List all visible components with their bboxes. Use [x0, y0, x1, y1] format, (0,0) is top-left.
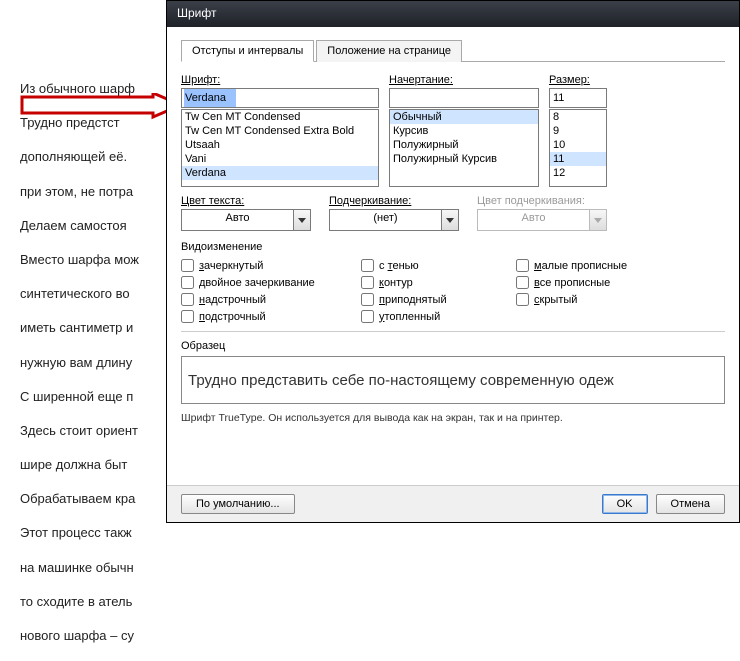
font-label: Шрифт: [181, 74, 379, 86]
effect-strike[interactable]: зачеркнутый [181, 259, 361, 272]
list-item[interactable]: 11 [550, 152, 606, 166]
font-info: Шрифт TrueType. Он используется для выво… [181, 412, 725, 424]
underline-label: Подчеркивание: [329, 195, 459, 207]
dropdown-icon [589, 209, 607, 231]
default-button[interactable]: По умолчанию... [181, 494, 295, 514]
size-input[interactable] [549, 88, 607, 108]
underline-color-label: Цвет подчеркивания: [477, 195, 607, 207]
dropdown-icon[interactable] [441, 209, 459, 231]
sample-label: Образец [181, 340, 725, 352]
effect-shadow[interactable]: с тенью [361, 259, 516, 272]
style-listbox[interactable]: ОбычныйКурсивПолужирныйПолужирный Курсив [389, 109, 539, 187]
effect-outline[interactable]: контур [361, 276, 516, 289]
tab-indents[interactable]: Отступы и интервалы [181, 40, 314, 62]
underline-combo[interactable]: (нет) [329, 209, 459, 231]
background-document: Из обычного шарфТрудно предстстдополняющ… [20, 80, 180, 661]
effect-allcaps[interactable]: все прописные [516, 276, 666, 289]
list-item[interactable]: Полужирный [390, 138, 538, 152]
list-item[interactable]: Tw Cen MT Condensed [182, 110, 378, 124]
dialog-footer: По умолчанию... OK Отмена [167, 485, 739, 522]
tab-strip: Отступы и интервалы Положение на страниц… [181, 39, 725, 62]
effect-engrave[interactable]: утопленный [361, 310, 516, 323]
underline-color-combo: Авто [477, 209, 607, 231]
effect-sub[interactable]: подстрочный [181, 310, 361, 323]
list-item[interactable]: Курсив [390, 124, 538, 138]
list-item[interactable]: Обычный [390, 110, 538, 124]
font-listbox[interactable]: Tw Cen MT CondensedTw Cen MT Condensed E… [181, 109, 379, 187]
font-input[interactable] [181, 88, 379, 108]
ok-button[interactable]: OK [602, 494, 648, 514]
effect-emboss[interactable]: приподнятый [361, 293, 516, 306]
effect-hidden[interactable]: скрытый [516, 293, 666, 306]
effect-super[interactable]: надстрочный [181, 293, 361, 306]
tab-position[interactable]: Положение на странице [316, 40, 462, 62]
list-item[interactable]: Vani [182, 152, 378, 166]
cancel-button[interactable]: Отмена [656, 494, 725, 514]
effect-smallcaps[interactable]: малые прописные [516, 259, 666, 272]
sample-preview: Трудно представить себе по-настоящему со… [181, 356, 725, 404]
style-label: Начертание: [389, 74, 539, 86]
color-label: Цвет текста: [181, 195, 311, 207]
size-listbox[interactable]: 89101112 [549, 109, 607, 187]
list-item[interactable]: Tw Cen MT Condensed Extra Bold [182, 124, 378, 138]
list-item[interactable]: 9 [550, 124, 606, 138]
list-item[interactable]: Verdana [182, 166, 378, 180]
list-item[interactable]: 10 [550, 138, 606, 152]
dropdown-icon[interactable] [293, 209, 311, 231]
font-dialog: Шрифт Отступы и интервалы Положение на с… [166, 0, 740, 523]
list-item[interactable]: Полужирный Курсив [390, 152, 538, 166]
dialog-title: Шрифт [177, 6, 216, 20]
style-input[interactable] [389, 88, 539, 108]
size-label: Размер: [549, 74, 607, 86]
dialog-titlebar: Шрифт [167, 1, 739, 27]
effect-dstrike[interactable]: двойное зачеркивание [181, 276, 361, 289]
effects-title: Видоизменение [181, 241, 725, 253]
list-item[interactable]: 12 [550, 166, 606, 180]
list-item[interactable]: 8 [550, 110, 606, 124]
list-item[interactable]: Utsaah [182, 138, 378, 152]
color-combo[interactable]: Авто [181, 209, 311, 231]
